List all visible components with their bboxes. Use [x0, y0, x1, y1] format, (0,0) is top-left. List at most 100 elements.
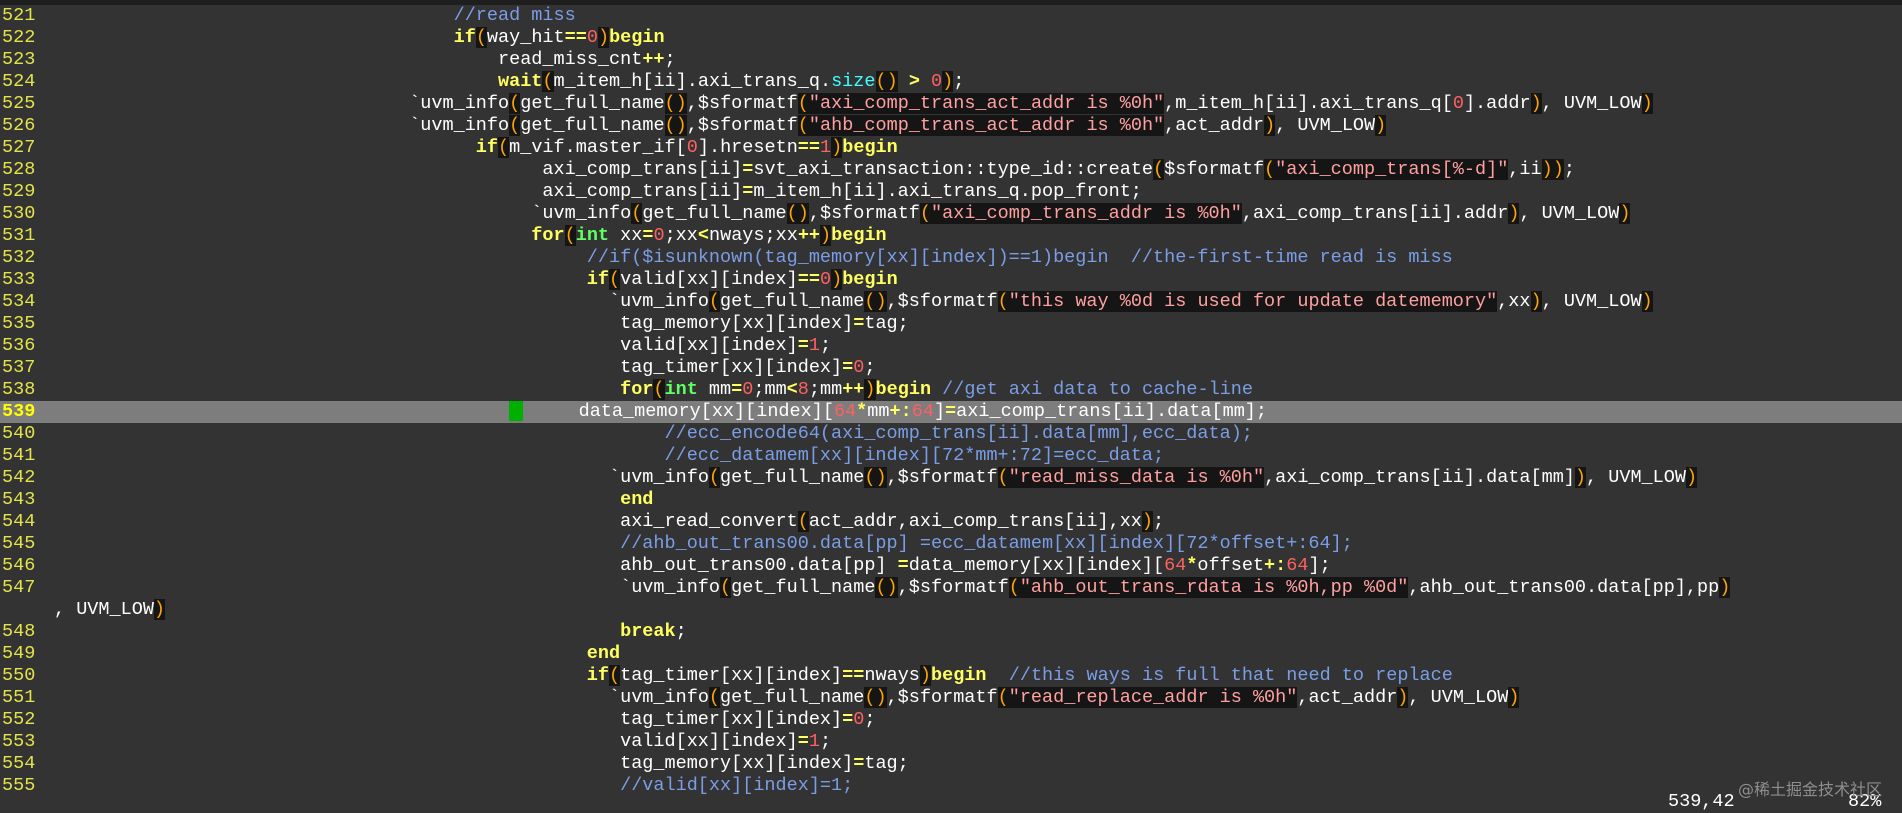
code-token: ++	[642, 49, 665, 70]
line-number: 538	[2, 379, 36, 400]
code-line-551[interactable]: 551 `uvm_info(get_full_name(),$sformatf("…	[0, 687, 1902, 709]
code-token: //if($isunknown(tag_memory[xx][index])==…	[586, 247, 1453, 268]
code-token: =	[897, 555, 909, 576]
code-text: tag_memory[xx][index]=tag;	[620, 313, 909, 335]
code-token: ,m_item_h[ii].axi_trans_q[	[1164, 93, 1453, 114]
code-line-528[interactable]: 528 axi_comp_trans[ii]=svt_axi_transactio…	[0, 159, 1902, 181]
code-token: get_full_name	[731, 577, 876, 598]
code-text: ahb_out_trans00.data[pp] =data_memory[xx…	[620, 555, 1331, 577]
code-line-524[interactable]: 524 wait(m_item_h[ii].axi_trans_q.size() …	[0, 71, 1902, 93]
code-token: axi_comp_trans[ii].data[mm];	[956, 401, 1268, 422]
code-token: //this ways is full that need to replace	[1008, 665, 1453, 686]
code-token: begin	[609, 27, 665, 48]
code-token: (	[997, 687, 1009, 708]
code-line-542[interactable]: 542 `uvm_info(get_full_name(),$sformatf("…	[0, 467, 1902, 489]
code-text: axi_comp_trans[ii]=svt_axi_transaction::…	[542, 159, 1575, 181]
code-line-wrap[interactable]: , UVM_LOW)	[0, 599, 1902, 621]
code-line-529[interactable]: 529 axi_comp_trans[ii]=m_item_h[ii].axi_t…	[0, 181, 1902, 203]
code-token: ;	[864, 357, 876, 378]
code-line-553[interactable]: 553 valid[xx][index]=1;	[0, 731, 1902, 753]
code-line-552[interactable]: 552 tag_timer[xx][index]=0;	[0, 709, 1902, 731]
code-token: )	[1641, 93, 1653, 114]
code-line-537[interactable]: 537 tag_timer[xx][index]=0;	[0, 357, 1902, 379]
code-line-554[interactable]: 554 tag_memory[xx][index]=tag;	[0, 753, 1902, 775]
code-token: 1	[808, 731, 820, 752]
code-line-533[interactable]: 533 if(valid[xx][index]==0)begin	[0, 269, 1902, 291]
code-line-539[interactable]: 539 data_memory[xx][index][64*mm+:64]=ax…	[0, 401, 1902, 423]
code-token: ,axi_comp_trans[ii].data[mm]	[1264, 467, 1575, 488]
code-token: ()	[864, 687, 887, 708]
code-token: ].addr	[1463, 93, 1531, 114]
code-line-547[interactable]: 547 `uvm_info(get_full_name(),$sformatf("…	[0, 577, 1902, 599]
line-number: 522	[2, 27, 36, 48]
line-number: 534	[2, 291, 36, 312]
code-text: `uvm_info(get_full_name(),$sformatf("axi…	[409, 93, 1653, 115]
code-line-536[interactable]: 536 valid[xx][index]=1;	[0, 335, 1902, 357]
code-line-541[interactable]: 541 //ecc_datamem[xx][index][72*mm+:72]=e…	[0, 445, 1902, 467]
code-line-544[interactable]: 544 axi_read_convert(act_addr,axi_comp_tr…	[0, 511, 1902, 533]
code-token: )	[1530, 291, 1542, 312]
line-number: 528	[2, 159, 36, 180]
code-token: )	[1574, 467, 1587, 488]
code-token: <	[786, 379, 798, 400]
code-token: `uvm_info	[409, 115, 510, 136]
code-token: 0	[853, 357, 865, 378]
code-token: get_full_name	[520, 115, 665, 136]
code-line-546[interactable]: 546 ahb_out_trans00.data[pp] =data_memory…	[0, 555, 1902, 577]
code-token: valid[xx][index]	[620, 269, 798, 290]
code-line-525[interactable]: 525 `uvm_info(get_full_name(),$sformatf("…	[0, 93, 1902, 115]
code-line-550[interactable]: 550 if(tag_timer[xx][index]==nways)begin …	[0, 665, 1902, 687]
code-token: 0	[653, 225, 665, 246]
code-editor[interactable]: 521//read miss 522 if(way_hit==0)begin 523 r…	[0, 0, 1902, 813]
code-token: (	[564, 225, 576, 246]
code-line-543[interactable]: 543 end	[0, 489, 1902, 511]
code-token: size	[831, 71, 876, 92]
code-token: m_vif.master_if[	[509, 137, 687, 158]
code-token: 0	[742, 379, 754, 400]
line-number: 555	[2, 775, 36, 796]
code-token: (	[498, 137, 510, 158]
code-token: )	[1685, 467, 1698, 488]
code-line-548[interactable]: 548 break;	[0, 621, 1902, 643]
code-token: 0	[819, 269, 832, 290]
code-token: ,act_addr	[1297, 687, 1398, 708]
line-number: 525	[2, 93, 36, 114]
code-line-538[interactable]: 538 for(int mm=0;mm<8;mm++)begin //get ax…	[0, 379, 1902, 401]
code-line-534[interactable]: 534 `uvm_info(get_full_name(),$sformatf("…	[0, 291, 1902, 313]
code-line-527[interactable]: 527 if(m_vif.master_if[0].hresetn==1)begi…	[0, 137, 1902, 159]
code-line-532[interactable]: 532 //if($isunknown(tag_memory[xx][index]…	[0, 247, 1902, 269]
code-token: ==	[797, 137, 821, 158]
line-number: 540	[2, 423, 36, 444]
code-token: ==	[797, 269, 820, 290]
code-line-526[interactable]: 526 `uvm_info(get_full_name(),$sformatf("…	[0, 115, 1902, 137]
code-line-521[interactable]: 521 //read miss	[0, 5, 1902, 27]
code-token: (	[609, 665, 621, 686]
code-token: ,act_addr	[1164, 115, 1265, 136]
code-token: (	[708, 467, 721, 488]
code-token: ,axi_comp_trans[ii].addr	[1241, 203, 1509, 224]
line-number: 523	[2, 49, 36, 70]
code-line-549[interactable]: 549 end	[0, 643, 1902, 665]
code-token: (	[797, 115, 809, 136]
code-text: wait(m_item_h[ii].axi_trans_q.size() > 0…	[498, 71, 964, 93]
code-line-545[interactable]: 545 //ahb_out_trans00.data[pp] =ecc_datam…	[0, 533, 1902, 555]
code-line-523[interactable]: 523 read_miss_cnt++;	[0, 49, 1902, 71]
code-token: begin	[875, 379, 932, 400]
code-text: if(way_hit==0)begin	[454, 27, 665, 49]
code-line-555[interactable]: 555 //valid[xx][index]=1;	[0, 775, 1902, 797]
code-line-530[interactable]: 530 `uvm_info(get_full_name(),$sformatf("…	[0, 203, 1902, 225]
code-token: , UVM_LOW	[54, 599, 154, 620]
line-number: 536	[2, 335, 36, 356]
code-token: if	[586, 665, 610, 686]
line-number: 533	[2, 269, 36, 290]
code-token: +:	[1264, 555, 1287, 576]
line-number: 549	[2, 643, 36, 664]
code-text: valid[xx][index]=1;	[620, 335, 831, 357]
code-token: `uvm_info	[620, 577, 721, 598]
code-token: "axi_comp_trans_addr is %0h"	[931, 203, 1242, 224]
code-line-531[interactable]: 531 for(int xx=0;xx<nways;xx++)begin	[0, 225, 1902, 247]
code-line-535[interactable]: 535 tag_memory[xx][index]=tag;	[0, 313, 1902, 335]
code-line-540[interactable]: 540 //ecc_encode64(axi_comp_trans[ii].dat…	[0, 423, 1902, 445]
code-line-522[interactable]: 522 if(way_hit==0)begin	[0, 27, 1902, 49]
code-token: )	[831, 269, 843, 290]
